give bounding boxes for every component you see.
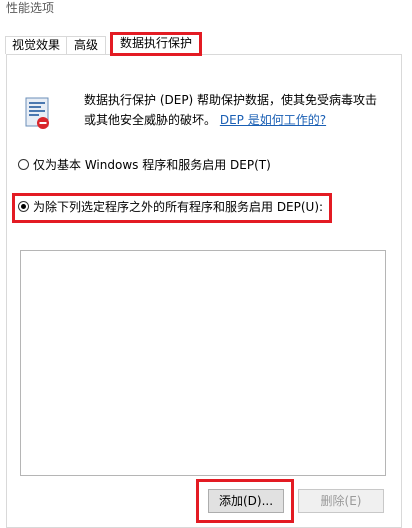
window-title: 性能选项: [0, 0, 412, 18]
tab-strip: 视觉效果 高级 数据执行保护: [0, 32, 412, 56]
radio-option-all-except[interactable]: 为除下列选定程序之外的所有程序和服务启用 DEP(U):: [18, 197, 323, 217]
add-button[interactable]: 添加(D)...: [208, 489, 284, 513]
radio-button-checked[interactable]: [18, 201, 29, 212]
radio-option-essential-only-label: 仅为基本 Windows 程序和服务启用 DEP(T): [33, 158, 271, 172]
dep-description: 数据执行保护 (DEP) 帮助保护数据，使其免受病毒攻击或其他安全威胁的破坏。 …: [84, 90, 384, 130]
radio-option-all-except-label: 为除下列选定程序之外的所有程序和服务启用 DEP(U):: [33, 200, 324, 214]
radio-button-unchecked[interactable]: [18, 159, 29, 170]
tab-data-execution-prevention[interactable]: 数据执行保护: [110, 32, 202, 56]
excluded-programs-list[interactable]: [20, 250, 386, 476]
tab-visual-effects[interactable]: 视觉效果: [5, 36, 67, 54]
dep-how-it-works-link[interactable]: DEP 是如何工作的?: [220, 113, 326, 127]
dep-shield-icon: [25, 97, 49, 129]
tab-advanced[interactable]: 高级: [66, 36, 106, 54]
radio-option-essential-only[interactable]: 仅为基本 Windows 程序和服务启用 DEP(T): [18, 155, 271, 175]
performance-options-window: 性能选项 视觉效果 高级 数据执行保护 数据执行保护 (DEP) 帮助保护数据，…: [0, 0, 412, 528]
delete-button[interactable]: 删除(E): [298, 489, 384, 513]
